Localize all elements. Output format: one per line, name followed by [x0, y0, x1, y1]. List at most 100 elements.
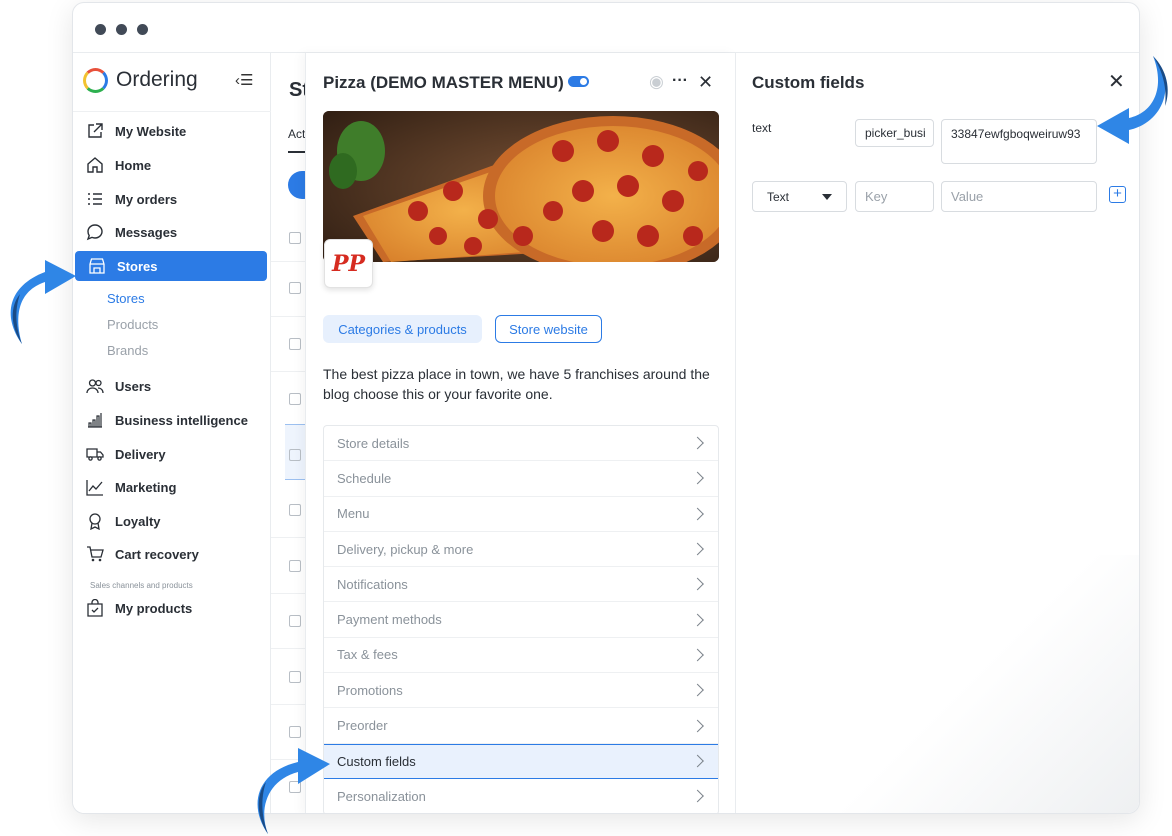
row-checkbox[interactable]	[289, 671, 301, 683]
chevron-right-icon	[691, 683, 704, 697]
sidebar-item-business-intelligence[interactable]: Business intelligence	[73, 405, 269, 435]
custom-field-value-input[interactable]: 33847ewfgboqweiruw93	[941, 119, 1097, 164]
chevron-right-icon	[691, 789, 704, 803]
brand-logo[interactable]: Ordering	[83, 65, 198, 95]
sidebar-item-my-products[interactable]: My products	[73, 593, 269, 623]
sidebar-item-users[interactable]: Users	[73, 371, 269, 401]
window-dot	[95, 24, 106, 35]
sidebar-item-my-website[interactable]: My Website	[73, 116, 269, 146]
menu-item-label: Payment methods	[337, 612, 442, 628]
sidebar-item-label: Marketing	[115, 479, 177, 495]
truck-icon	[85, 444, 105, 464]
sidebar-section-label: Sales channels and products	[90, 581, 193, 590]
menu-item-label: Preorder	[337, 718, 388, 734]
annotation-arrow-value-field	[1097, 56, 1168, 144]
store-enabled-toggle[interactable]	[568, 76, 589, 87]
custom-field-key-input[interactable]: picker_busi	[855, 119, 934, 147]
sidebar-item-loyalty[interactable]: Loyalty	[73, 506, 269, 536]
menu-item-notifications[interactable]: Notifications	[324, 567, 718, 603]
sidebar: Ordering ‹☰ My Website Home My orders Me…	[73, 53, 271, 813]
window-dot	[137, 24, 148, 35]
store-settings-menu: Store details Schedule Menu Delivery, pi…	[323, 425, 719, 813]
more-options-icon[interactable]: ···	[672, 72, 688, 90]
sidebar-subitem-products[interactable]: Products	[107, 317, 158, 332]
sidebar-item-label: Loyalty	[115, 513, 161, 529]
new-field-value-input[interactable]: Value	[941, 181, 1097, 212]
menu-item-menu[interactable]: Menu	[324, 497, 718, 532]
store-description: The best pizza place in town, we have 5 …	[323, 366, 710, 402]
custom-field-type-label: text	[752, 121, 772, 135]
new-field-key-input[interactable]: Key	[855, 181, 934, 212]
sidebar-item-marketing[interactable]: Marketing	[73, 472, 269, 502]
row-checkbox[interactable]	[289, 615, 301, 627]
tab-active[interactable]: Act	[288, 127, 305, 141]
row-checkbox[interactable]	[289, 393, 301, 405]
collapse-sidebar-icon[interactable]: ‹☰	[235, 71, 253, 89]
stores-page-background: St Act	[271, 53, 318, 813]
shop-icon	[87, 256, 107, 276]
row-checkbox[interactable]	[289, 232, 301, 244]
select-value: Text	[767, 189, 790, 204]
app-window: Ordering ‹☰ My Website Home My orders Me…	[72, 2, 1140, 814]
menu-item-label: Promotions	[337, 682, 403, 698]
chevron-right-icon	[691, 507, 704, 521]
sidebar-item-cart-recovery[interactable]: Cart recovery	[73, 539, 269, 569]
sidebar-subitem-stores[interactable]: Stores	[107, 291, 145, 306]
globe-icon[interactable]: ◉	[649, 72, 664, 92]
chevron-right-icon	[691, 754, 704, 768]
chevron-right-icon	[691, 542, 704, 556]
external-link-icon	[85, 121, 105, 141]
new-field-type-select[interactable]: Text	[752, 181, 847, 212]
close-icon[interactable]: ✕	[698, 72, 713, 93]
sidebar-item-label: Messages	[115, 224, 178, 240]
sidebar-item-label: Delivery	[115, 446, 166, 462]
store-website-button[interactable]: Store website	[495, 315, 602, 343]
categories-products-button[interactable]: Categories & products	[323, 315, 482, 343]
sidebar-item-label: My orders	[115, 191, 178, 207]
store-details-panel: Pizza (DEMO MASTER MENU) ◉ ··· ✕ PP Cate…	[305, 53, 735, 813]
menu-item-delivery-pickup[interactable]: Delivery, pickup & more	[324, 532, 718, 568]
chat-bubble-icon	[85, 222, 105, 242]
menu-item-store-details[interactable]: Store details	[324, 426, 718, 462]
annotation-arrow-custom-fields	[257, 748, 330, 834]
ordering-logo-icon	[83, 67, 108, 93]
menu-item-schedule[interactable]: Schedule	[324, 461, 718, 497]
cart-icon	[85, 544, 105, 564]
window-dot	[116, 24, 127, 35]
sidebar-item-home[interactable]: Home	[73, 150, 269, 180]
sidebar-item-label: Users	[115, 378, 152, 394]
sidebar-item-label: My products	[115, 600, 193, 616]
row-checkbox[interactable]	[289, 560, 301, 572]
row-divider	[271, 704, 307, 705]
window-titlebar	[73, 3, 1139, 53]
store-title: Pizza (DEMO MASTER MENU)	[323, 73, 564, 92]
panel-corner-shade	[841, 555, 1139, 813]
sidebar-item-my-orders[interactable]: My orders	[73, 184, 269, 214]
menu-item-label: Personalization	[337, 788, 426, 804]
row-checkbox[interactable]	[289, 449, 301, 461]
menu-item-payment-methods[interactable]: Payment methods	[324, 602, 718, 638]
row-checkbox[interactable]	[289, 504, 301, 516]
sidebar-item-delivery[interactable]: Delivery	[73, 439, 269, 469]
menu-item-label: Store details	[337, 435, 410, 451]
menu-item-promotions[interactable]: Promotions	[324, 673, 718, 709]
sidebar-item-stores[interactable]: Stores	[75, 251, 267, 281]
sidebar-item-messages[interactable]: Messages	[73, 217, 269, 247]
menu-item-label: Menu	[337, 506, 370, 522]
row-divider	[271, 648, 307, 649]
store-logo: PP	[324, 239, 373, 288]
row-checkbox[interactable]	[289, 338, 301, 350]
menu-item-custom-fields[interactable]: Custom fields	[324, 743, 718, 779]
caret-down-icon	[822, 194, 832, 200]
sidebar-subitem-brands[interactable]: Brands	[107, 343, 148, 358]
chevron-right-icon	[691, 648, 704, 662]
menu-item-preorder[interactable]: Preorder	[324, 708, 718, 744]
add-field-icon[interactable]: +	[1109, 186, 1126, 203]
chevron-right-icon	[691, 436, 704, 450]
sidebar-divider	[73, 111, 271, 112]
menu-item-tax-fees[interactable]: Tax & fees	[324, 638, 718, 674]
row-checkbox[interactable]	[289, 282, 301, 294]
menu-item-personalization[interactable]: Personalization	[324, 779, 718, 813]
row-divider	[271, 316, 307, 317]
list-icon	[85, 189, 105, 209]
